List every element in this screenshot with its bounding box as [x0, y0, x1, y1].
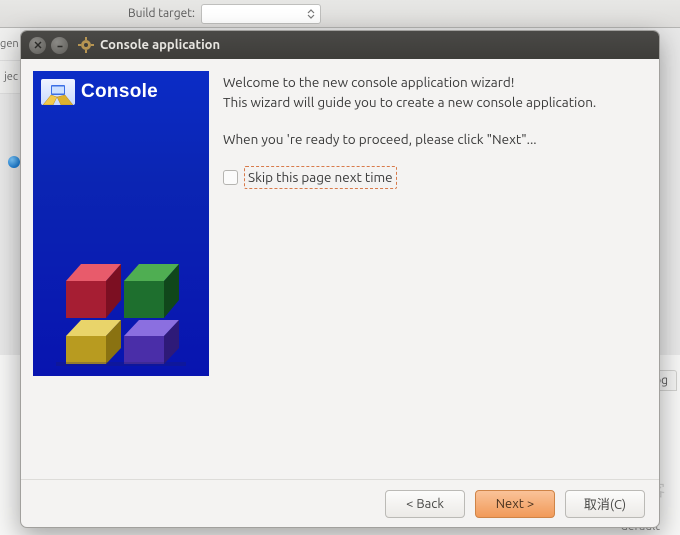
cancel-button[interactable]: 取消(C)	[565, 490, 645, 518]
checkbox-box[interactable]	[223, 170, 238, 185]
dialog-title: Console application	[100, 38, 220, 52]
next-button[interactable]: Next >	[475, 490, 555, 518]
skip-page-label: Skip this page next time	[244, 166, 397, 190]
welcome-line-2: This wizard will guide you to create a n…	[223, 93, 647, 113]
banner-cubes-graphic	[33, 236, 209, 366]
wizard-text-panel: Welcome to the new console application w…	[223, 71, 647, 467]
banner-title: Console	[81, 81, 158, 103]
gear-icon	[78, 37, 94, 53]
console-app-icon	[41, 79, 75, 105]
background-toolbar: Build target:	[0, 0, 680, 28]
proceed-line: When you 're ready to proceed, please cl…	[223, 130, 647, 150]
wizard-banner: Console	[33, 71, 209, 376]
dialog-footer: < Back Next > 取消(C)	[21, 479, 659, 527]
welcome-line-1: Welcome to the new console application w…	[223, 73, 647, 93]
titlebar: Console application	[21, 31, 659, 59]
back-button[interactable]: < Back	[385, 490, 465, 518]
build-target-combo[interactable]	[201, 4, 321, 24]
skip-page-checkbox[interactable]: Skip this page next time	[223, 166, 397, 190]
build-target-label: Build target:	[128, 7, 195, 20]
background-left-panel: gen jec	[0, 28, 20, 94]
globe-icon	[8, 156, 20, 168]
close-icon[interactable]	[29, 37, 46, 54]
minimize-icon[interactable]	[51, 37, 68, 54]
wizard-dialog: Console application Console	[20, 30, 660, 528]
